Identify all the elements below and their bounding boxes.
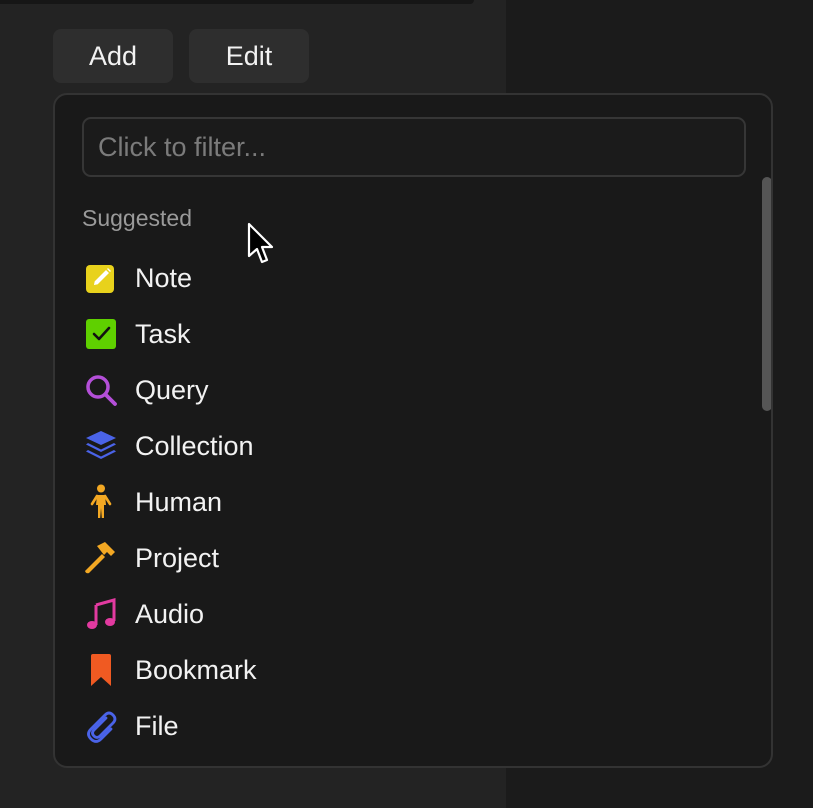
list-item-label: Task <box>135 318 191 349</box>
type-list: Note Task Query Collection Human Project… <box>82 250 742 754</box>
list-item-query[interactable]: Query <box>82 362 742 418</box>
list-item-audio[interactable]: Audio <box>82 586 742 642</box>
music-note-icon <box>82 595 120 633</box>
note-pencil-icon <box>82 259 120 297</box>
add-button[interactable]: Add <box>53 29 173 83</box>
type-picker-panel: Suggested Note Task <box>53 93 773 768</box>
scrollbar-thumb[interactable] <box>762 177 771 411</box>
filter-input[interactable] <box>82 117 746 177</box>
list-item-label: File <box>135 710 179 741</box>
list-item-label: Bookmark <box>135 654 257 685</box>
list-item-project[interactable]: Project <box>82 530 742 586</box>
search-icon <box>82 371 120 409</box>
person-icon <box>82 483 120 521</box>
edit-button[interactable]: Edit <box>189 29 309 83</box>
list-item-label: Query <box>135 374 209 405</box>
list-item-note[interactable]: Note <box>82 250 742 306</box>
hammer-icon <box>82 539 120 577</box>
mouse-cursor-icon <box>247 222 275 271</box>
list-item-label: Audio <box>135 598 205 629</box>
bookmark-icon <box>82 651 120 689</box>
list-item-bookmark[interactable]: Bookmark <box>82 642 742 698</box>
layers-icon <box>82 427 120 465</box>
list-item-label: Human <box>135 486 223 517</box>
list-item-label: Collection <box>135 430 254 461</box>
list-item-label: Project <box>135 542 220 573</box>
checkbox-icon <box>82 315 120 353</box>
list-item-task[interactable]: Task <box>82 306 742 362</box>
top-strip <box>0 0 474 4</box>
section-label-suggested: Suggested <box>82 205 192 231</box>
list-item-collection[interactable]: Collection <box>82 418 742 474</box>
paperclip-icon <box>82 707 120 745</box>
list-item-human[interactable]: Human <box>82 474 742 530</box>
list-item-label: Note <box>135 262 193 293</box>
list-item-file[interactable]: File <box>82 698 742 754</box>
